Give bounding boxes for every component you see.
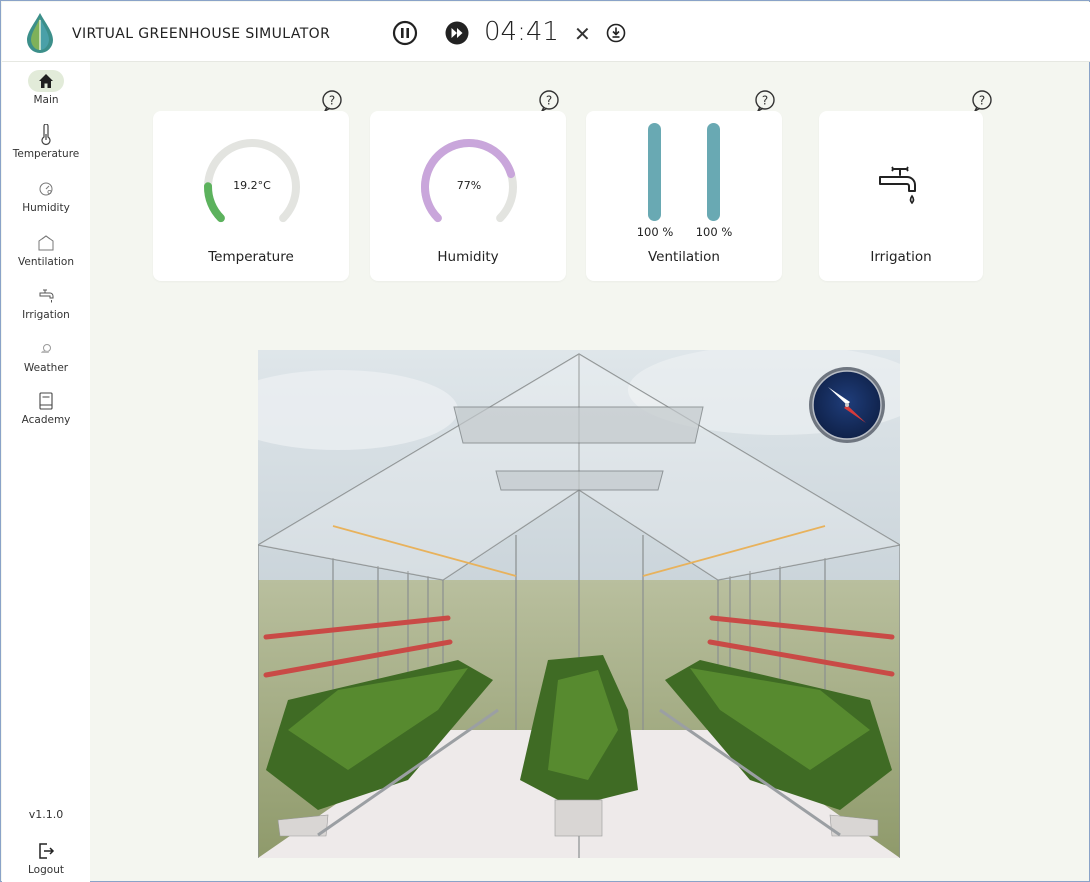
fast-forward-button[interactable] [444, 20, 470, 46]
sidebar-item-label: Irrigation [22, 309, 70, 321]
sidebar-item-weather[interactable]: Weather [2, 338, 90, 374]
top-bar: VIRTUAL GREENHOUSE SIMULATOR 04:41 ✕ [2, 2, 1090, 62]
irrigation-card-title: Irrigation [870, 249, 932, 265]
sidebar-item-main[interactable]: Main [2, 70, 90, 106]
roof-vent-front [453, 406, 704, 444]
sidebar-item-temperature[interactable]: Temperature [2, 124, 90, 160]
logout-label: Logout [28, 864, 64, 876]
humidity-value: 77% [457, 179, 481, 192]
logout-icon [28, 840, 64, 862]
temperature-card-title: Temperature [208, 249, 294, 265]
humidity-gauge: 77% [421, 138, 517, 223]
sidebar-item-label: Ventilation [18, 256, 74, 268]
ventilation-left-bar-track [648, 123, 661, 221]
faucet-icon [879, 166, 916, 205]
humidity-gauge-icon [28, 178, 64, 200]
logout-button[interactable]: Logout [2, 840, 90, 876]
weather-icon [28, 338, 64, 360]
humidity-card[interactable]: 77% Humidity [370, 111, 566, 281]
humidity-card-title: Humidity [437, 249, 499, 265]
ventilation-help-icon[interactable]: ? [753, 89, 777, 113]
home-icon [28, 70, 64, 92]
book-icon [28, 390, 64, 412]
ventilation-right-value: 100 % [695, 225, 733, 239]
app-title: VIRTUAL GREENHOUSE SIMULATOR [72, 26, 331, 42]
sidebar-item-academy[interactable]: Academy [2, 390, 90, 426]
temperature-card[interactable]: 19.2°C Temperature [153, 111, 349, 281]
version-label: v1.1.0 [28, 808, 64, 821]
greenhouse-3d-view[interactable] [258, 350, 900, 858]
ventilation-right-bar [707, 123, 720, 221]
roof-vent-rear [495, 470, 664, 491]
thermometer-icon [28, 124, 64, 146]
faucet-icon [28, 285, 64, 307]
ventilation-icon [28, 232, 64, 254]
sidebar-item-ventilation[interactable]: Ventilation [2, 232, 90, 268]
irrigation-help-icon[interactable]: ? [970, 89, 994, 113]
ventilation-card[interactable]: 100 % 100 % Ventilation [586, 111, 782, 281]
sidebar-item-label: Main [33, 94, 59, 106]
close-button[interactable]: ✕ [574, 22, 591, 46]
ventilation-right-bar-track [707, 123, 720, 221]
sidebar-item-humidity[interactable]: Humidity [2, 178, 90, 214]
temperature-value: 19.2°C [233, 179, 271, 192]
water-drop-logo-icon [27, 13, 53, 53]
svg-text:?: ? [762, 94, 768, 108]
ventilation-left-bar [648, 123, 661, 221]
sidebar-item-label: Temperature [12, 148, 80, 160]
svg-text:?: ? [979, 94, 985, 108]
sidebar: Main Temperature Humidity Ventilation Ir… [2, 62, 90, 882]
ventilation-left-value: 100 % [636, 225, 674, 239]
download-button[interactable] [605, 22, 627, 44]
sidebar-item-irrigation[interactable]: Irrigation [2, 285, 90, 321]
svg-text:?: ? [546, 94, 552, 108]
temperature-gauge: 19.2°C [204, 139, 300, 223]
sidebar-item-label: Humidity [22, 202, 70, 214]
humidity-help-icon[interactable]: ? [537, 89, 561, 113]
pause-button[interactable] [392, 20, 418, 46]
simulation-timer: 04:41 [484, 17, 559, 47]
svg-text:?: ? [329, 94, 335, 108]
compass-icon[interactable] [809, 367, 885, 443]
temperature-help-icon[interactable]: ? [320, 89, 344, 113]
sidebar-item-label: Weather [23, 362, 69, 374]
irrigation-card[interactable]: Irrigation [819, 111, 983, 281]
sidebar-item-label: Academy [21, 414, 71, 426]
app-frame: VIRTUAL GREENHOUSE SIMULATOR 04:41 ✕ Mai… [0, 0, 1090, 882]
ventilation-card-title: Ventilation [648, 249, 720, 265]
